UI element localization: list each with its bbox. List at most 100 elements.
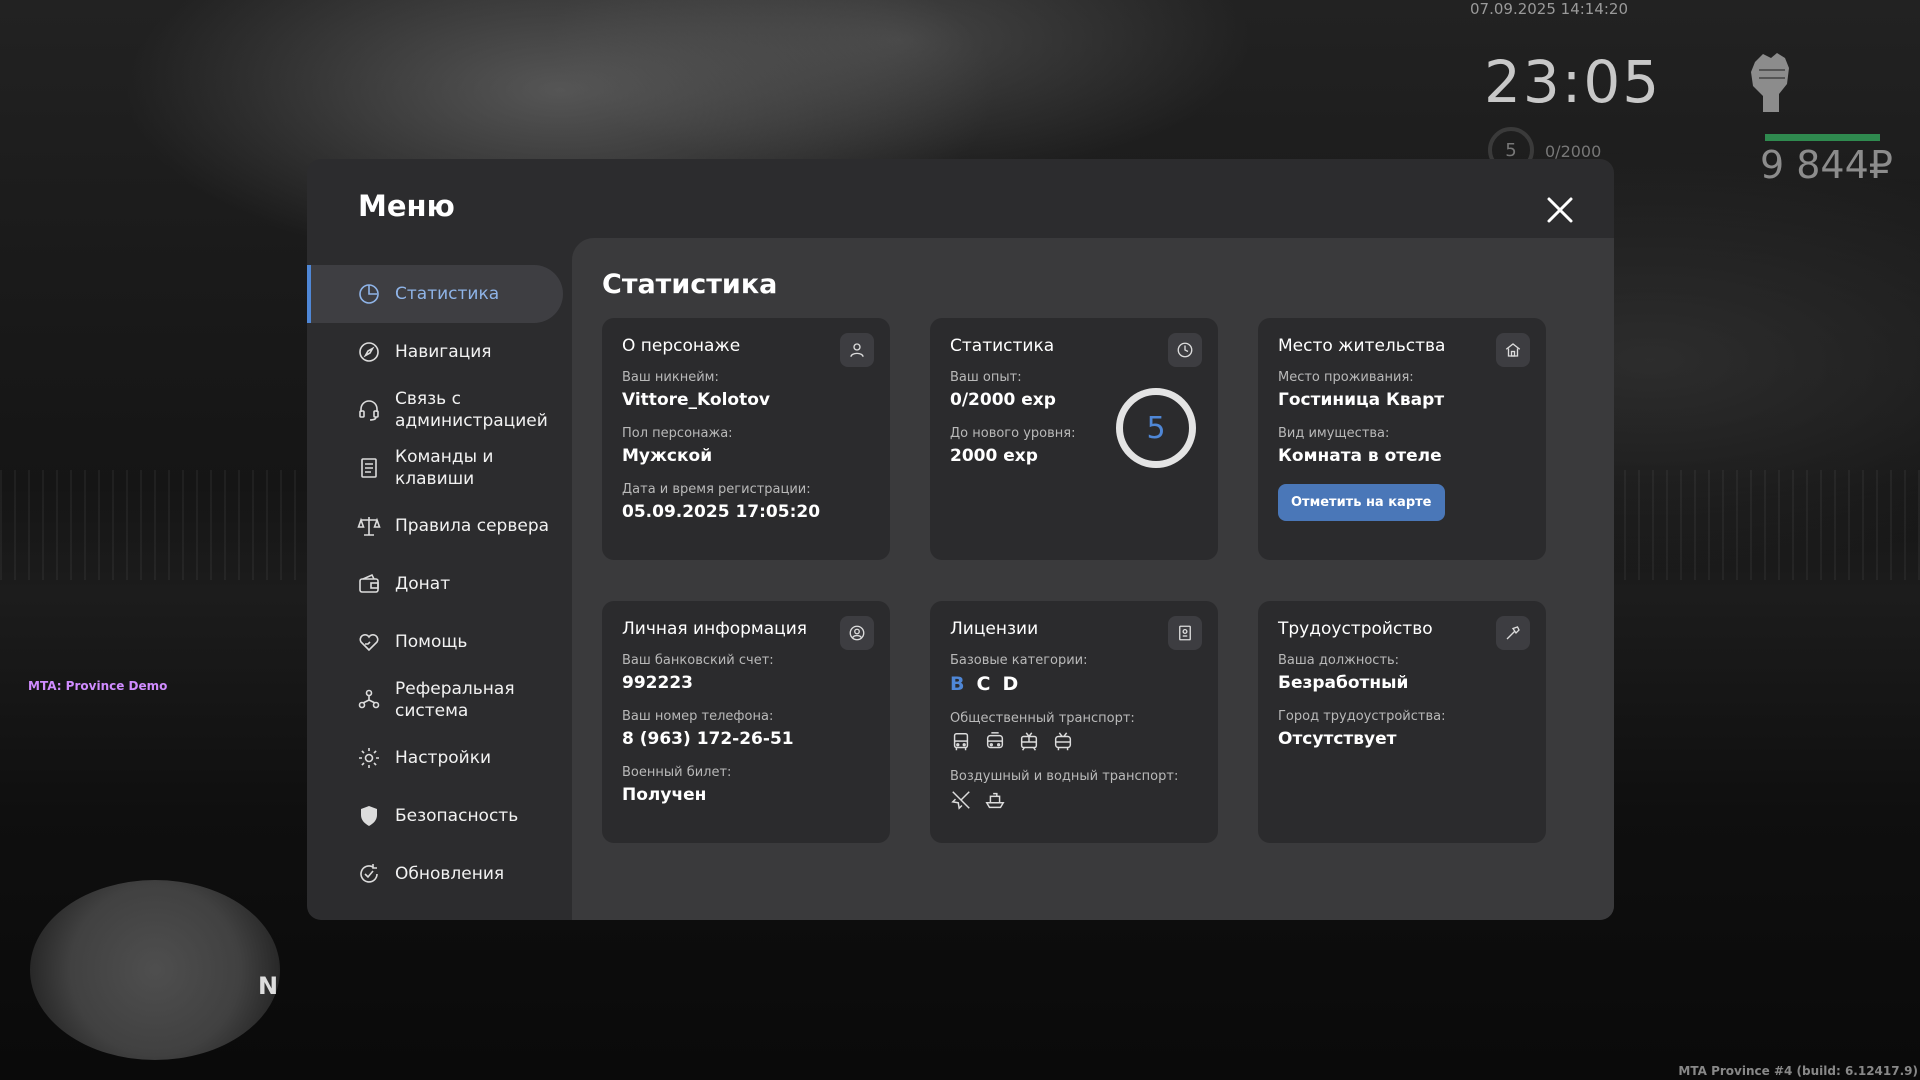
sidebar-item-label: Команды и клавиши (395, 447, 494, 489)
public-transport-icons (950, 731, 1198, 753)
health-bar (1765, 134, 1880, 141)
server-label: MTA: Province Demo (28, 679, 168, 693)
shield-icon (361, 806, 377, 826)
card-licenses: Лицензии Базовые категории: B C D Общест… (930, 601, 1218, 843)
sidebar-item-label: Реферальная система (395, 679, 515, 721)
hammer-icon (1496, 616, 1530, 650)
heart-hand-icon (359, 633, 379, 652)
license-category-b: B (950, 673, 965, 695)
refresh-check-icon (360, 864, 378, 883)
hud-time: 23:05 (1484, 48, 1662, 116)
sidebar-item-admin-contact[interactable]: Связь с администрацией (307, 381, 563, 439)
base-categories-label: Базовые категории: (950, 653, 1088, 668)
card-title: Место жительства (1278, 336, 1446, 356)
minimap-north: N (258, 972, 279, 1000)
headset-icon (359, 400, 379, 421)
residence-place-value: Гостиница Кварт (1278, 390, 1445, 410)
military-id-label: Военный билет: (622, 765, 732, 780)
sidebar-item-label: Обновления (395, 864, 505, 884)
card-title: О персонаже (622, 336, 741, 356)
sidebar-item-label: Донат (395, 574, 451, 594)
sidebar-item-statistics[interactable]: Статистика (307, 265, 563, 323)
card-stats: Статистика Ваш опыт: 0/2000 exp До новог… (930, 318, 1218, 560)
license-categories: B C D (950, 673, 1198, 695)
sidebar-item-donate[interactable]: Донат (307, 555, 563, 613)
tram-icon (1020, 732, 1038, 751)
build-label: MTA Province #4 (build: 6.12417.9) (1678, 1064, 1918, 1078)
registration-label: Дата и время регистрации: (622, 482, 811, 497)
sidebar-item-settings[interactable]: Настройки (307, 729, 563, 787)
compass-icon (359, 342, 379, 362)
card-employment: Трудоустройство Ваша должность: Безработ… (1258, 601, 1546, 843)
property-type-value: Комната в отеле (1278, 446, 1442, 466)
nickname-value: Vittore_Kolotov (622, 390, 770, 410)
card-residence: Место жительства Место проживания: Гости… (1258, 318, 1546, 560)
card-title: Личная информация (622, 619, 808, 639)
employment-city-label: Город трудоустройства: (1278, 709, 1446, 724)
fist-icon (1751, 53, 1789, 112)
military-id-value: Получен (622, 785, 707, 805)
page-title: Статистика (602, 269, 778, 300)
public-transport-label: Общественный транспорт: (950, 711, 1135, 726)
minibus-icon (986, 732, 1004, 749)
sidebar-item-label: Навигация (395, 342, 492, 362)
bus-icon (953, 733, 969, 751)
sidebar-item-rules[interactable]: Правила сервера (307, 497, 563, 555)
sidebar-item-help[interactable]: Помощь (307, 613, 563, 671)
bank-account-value: 992223 (622, 673, 693, 693)
hud-money: 9 844₽ (1760, 143, 1893, 187)
clock-pie-icon (1168, 333, 1202, 367)
license-category-c: C (976, 673, 991, 695)
sidebar: Статистика Навигация Связь с администрац… (307, 265, 563, 903)
card-title: Трудоустройство (1278, 619, 1433, 639)
sidebar-item-label: Правила сервера (395, 516, 550, 536)
house-icon (1496, 333, 1530, 367)
menu-modal: Меню Статистика Навигация Связь с админи… (307, 159, 1614, 920)
license-document-icon (1168, 616, 1202, 650)
phone-label: Ваш номер телефона: (622, 709, 774, 724)
position-label: Ваша должность: (1278, 653, 1400, 668)
position-value: Безработный (1278, 673, 1409, 693)
air-water-transport-label: Воздушный и водный транспорт: (950, 769, 1179, 784)
property-type-label: Вид имущества: (1278, 426, 1390, 441)
gender-label: Пол персонажа: (622, 426, 733, 441)
license-category-d: D (1002, 673, 1019, 695)
level-ring: 5 (1116, 388, 1196, 468)
wallet-icon (359, 573, 379, 593)
sidebar-item-updates[interactable]: Обновления (307, 845, 563, 903)
employment-city-value: Отсутствует (1278, 729, 1397, 749)
sidebar-item-label: Помощь (395, 632, 468, 652)
sidebar-item-label: Безопасность (395, 806, 519, 826)
phone-value: 8 (963) 172-26-51 (622, 729, 794, 749)
sidebar-item-security[interactable]: Безопасность (307, 787, 563, 845)
sidebar-item-commands[interactable]: Команды и клавиши (307, 439, 563, 497)
document-list-icon (361, 458, 377, 478)
sidebar-item-label: Настройки (395, 748, 492, 768)
air-water-transport-icons (950, 789, 1198, 811)
pie-chart-icon (359, 284, 379, 304)
people-network-icon (358, 689, 380, 709)
gender-value: Мужской (622, 446, 713, 466)
mark-on-map-button[interactable]: Отметить на карте (1278, 484, 1445, 521)
card-character: О персонаже Ваш никнейм: Vittore_Kolotov… (602, 318, 890, 560)
residence-place-label: Место проживания: (1278, 370, 1414, 385)
sidebar-item-referral[interactable]: Реферальная система (307, 671, 563, 729)
hud-datetime: 07.09.2025 14:14:20 (1470, 0, 1629, 18)
registration-value: 05.09.2025 17:05:20 (622, 502, 821, 522)
content-panel: Статистика О персонаже Ваш никнейм: Vitt… (572, 238, 1614, 920)
exp-label: Ваш опыт: (950, 370, 1022, 385)
user-icon (840, 333, 874, 367)
card-title: Лицензии (950, 619, 1039, 639)
menu-title: Меню (358, 189, 455, 223)
scales-icon (357, 517, 381, 536)
boat-icon (985, 792, 1005, 809)
user-circle-icon (840, 616, 874, 650)
sidebar-item-navigation[interactable]: Навигация (307, 323, 563, 381)
close-icon[interactable] (1545, 195, 1575, 225)
gear-icon (359, 748, 379, 768)
card-personal: Личная информация Ваш банковский счет: 9… (602, 601, 890, 843)
sidebar-item-label: Статистика (395, 284, 500, 304)
card-title: Статистика (950, 336, 1055, 356)
trolleybus-icon (1054, 732, 1072, 751)
sidebar-item-label: Связь с администрацией (395, 389, 548, 431)
